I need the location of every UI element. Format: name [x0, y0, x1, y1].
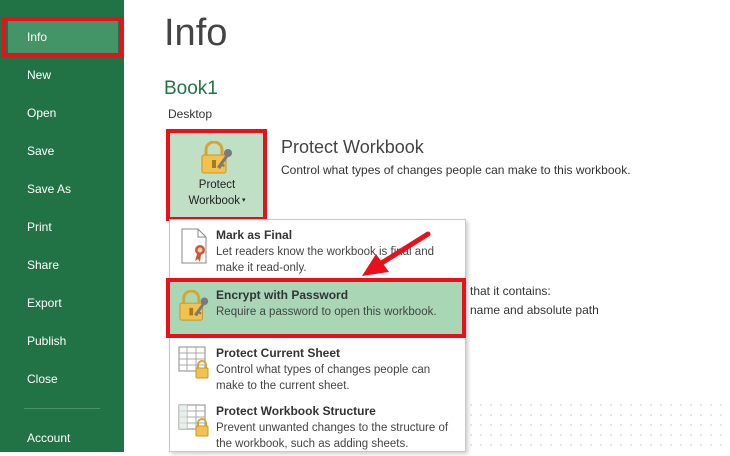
background-pattern: [466, 400, 730, 452]
sidebar-item-new[interactable]: New: [0, 57, 124, 93]
sidebar-item-save-as[interactable]: Save As: [0, 171, 124, 207]
info-highlight-box: [2, 17, 123, 57]
menu-item-title: Mark as Final: [216, 228, 293, 242]
menu-item-mark-as-final[interactable]: Mark as Final Let readers know the workb…: [170, 222, 465, 278]
sidebar-item-publish[interactable]: Publish: [0, 323, 124, 359]
menu-item-description: Let readers know the workbook is final a…: [216, 246, 434, 274]
workbook-structure-lock-icon: [178, 404, 209, 437]
menu-item-title: Protect Current Sheet: [216, 346, 341, 360]
workbook-location[interactable]: Desktop: [168, 107, 212, 121]
sidebar-item-export[interactable]: Export: [0, 285, 124, 321]
final-document-icon: [181, 228, 207, 264]
menu-item-protect-workbook-structure[interactable]: Protect Workbook Structure Prevent unwan…: [170, 398, 465, 454]
sidebar-divider: [24, 408, 100, 409]
sidebar-item-print[interactable]: Print: [0, 209, 124, 245]
sidebar-item-close[interactable]: Close: [0, 361, 124, 397]
inspect-text-line2: name and absolute path: [470, 303, 599, 317]
protect-section-title: Protect Workbook: [281, 137, 424, 157]
page-title: Info: [164, 12, 228, 54]
sidebar-item-open[interactable]: Open: [0, 95, 124, 131]
backstage-sidebar: Info New Open Save Save As Print Share E…: [0, 0, 124, 452]
protect-section-description: Control what types of changes people can…: [281, 163, 631, 177]
encrypt-highlight-box: [166, 278, 466, 338]
menu-item-description: Prevent unwanted changes to the structur…: [216, 422, 449, 450]
sheet-lock-icon: [178, 346, 209, 379]
menu-item-protect-current-sheet[interactable]: Protect Current Sheet Control what types…: [170, 340, 465, 396]
workbook-name: Book1: [164, 78, 218, 99]
sidebar-item-save[interactable]: Save: [0, 133, 124, 169]
protect-button-highlight-box: [166, 129, 267, 221]
sidebar-item-share[interactable]: Share: [0, 247, 124, 283]
menu-item-description: Control what types of changes people can…: [216, 364, 431, 392]
inspect-text-line1: that it contains:: [470, 284, 551, 298]
sidebar-item-account[interactable]: Account: [0, 420, 124, 456]
menu-item-title: Protect Workbook Structure: [216, 404, 376, 418]
